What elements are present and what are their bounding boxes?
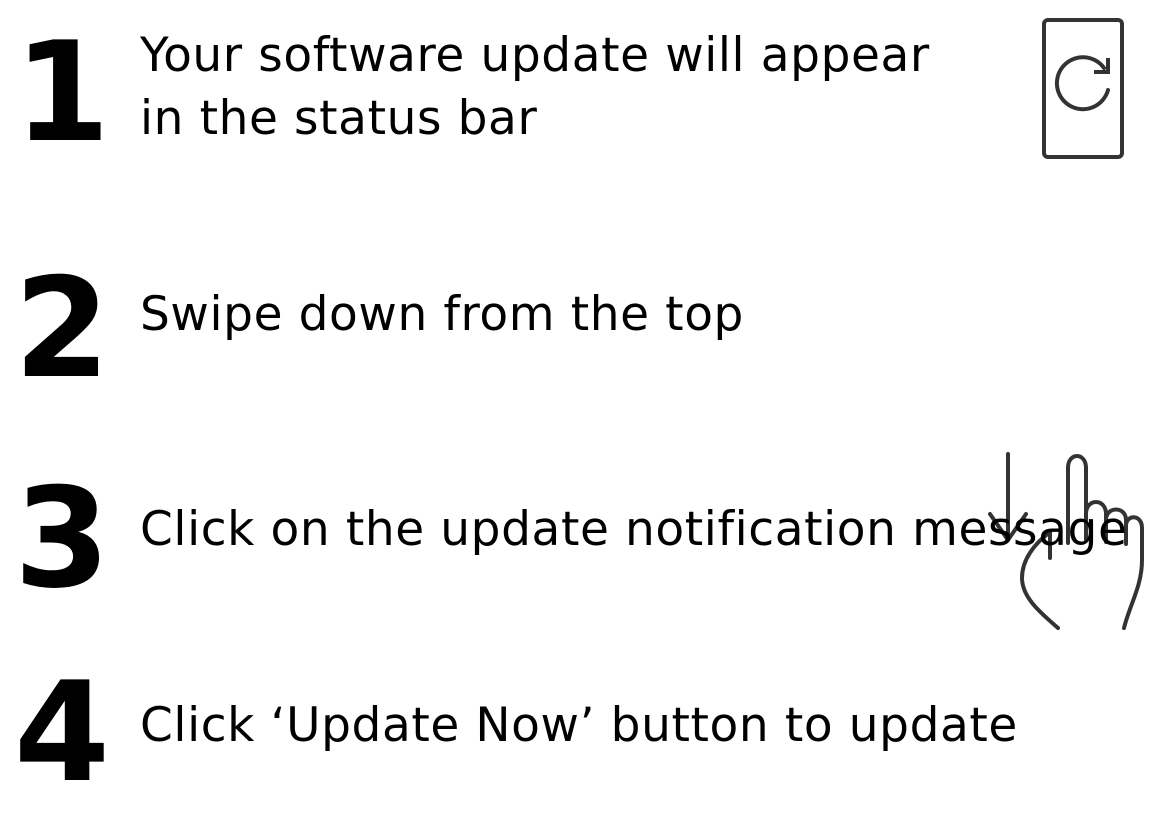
step-instruction-line: Swipe down from the top: [140, 287, 744, 342]
step-instruction-line: in the status bar: [140, 91, 538, 146]
step-instruction: Click on the update notification message: [140, 498, 1128, 561]
step-number: 3: [14, 458, 110, 619]
step-instruction-line: Click on the update notification message: [140, 502, 1128, 557]
step-2: 2 Swipe down from the top: [0, 220, 1151, 630]
step-4: 4 Click ‘Update Now’ button to update: [0, 640, 1151, 802]
step-number: 2: [14, 248, 110, 409]
step-number: 1: [14, 12, 110, 173]
step-instruction: Your software update will appear in the …: [140, 24, 930, 150]
phone-refresh-icon: [1042, 18, 1124, 159]
step-instruction: Swipe down from the top: [140, 283, 744, 346]
step-number: 4: [14, 652, 110, 813]
step-1: 1 Your software update will appear in th…: [0, 0, 1151, 180]
step-instruction-line: Your software update will appear: [140, 28, 930, 83]
step-3: 3 Click on the update notification messa…: [0, 440, 1151, 610]
step-instruction: Click ‘Update Now’ button to update: [140, 694, 1018, 757]
step-instruction-line: Click ‘Update Now’ button to update: [140, 698, 1018, 753]
